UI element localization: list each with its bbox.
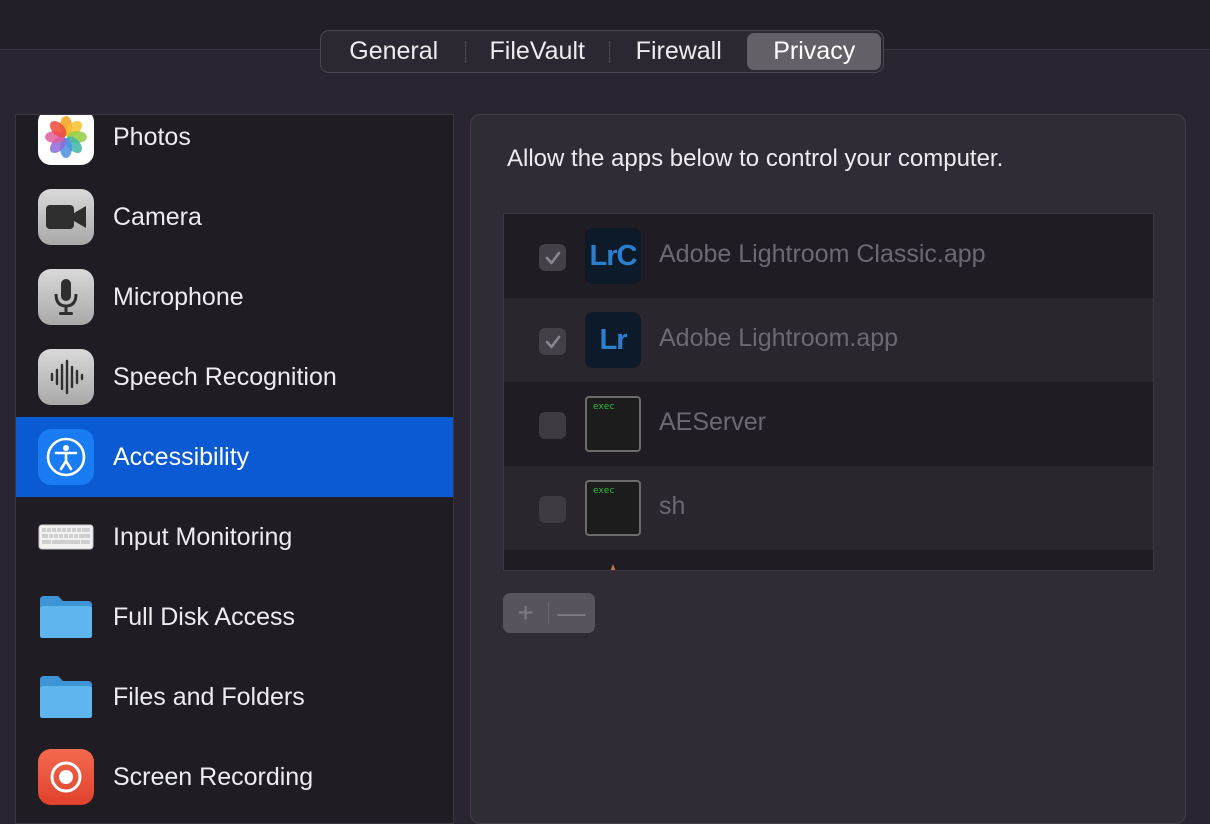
app-name: Adobe Lightroom Classic.app: [659, 240, 986, 268]
keyboard-icon: [38, 509, 94, 565]
sidebar-item-files-and-folders[interactable]: Files and Folders: [16, 657, 453, 737]
camera-icon: [38, 189, 94, 245]
app-icon-text: LrC: [589, 239, 638, 272]
sidebar-item-input-monitoring[interactable]: Input Monitoring: [16, 497, 453, 577]
app-name: sh: [659, 492, 686, 520]
sidebar-item-full-disk-access[interactable]: Full Disk Access: [16, 577, 453, 657]
lightroom-classic-icon: LrC: [585, 228, 641, 284]
app-name: AEServer: [659, 408, 766, 436]
app-name: Adobe Lightroom.app: [659, 324, 899, 352]
remove-app-button[interactable]: —: [549, 593, 594, 633]
tab-bar: General FileVault Firewall Privacy: [320, 30, 884, 73]
sidebar-item-camera[interactable]: Camera: [16, 177, 453, 257]
sidebar-item-label: Files and Folders: [113, 682, 305, 711]
tab-privacy[interactable]: Privacy: [747, 33, 881, 70]
app-row-partial[interactable]: [504, 550, 1153, 570]
lightroom-icon: Lr: [585, 312, 641, 368]
sidebar-item-label: Screen Recording: [113, 762, 314, 791]
sidebar-item-photos[interactable]: Photos: [16, 115, 453, 177]
tab-firewall[interactable]: Firewall: [610, 33, 748, 70]
app-checkbox[interactable]: [539, 496, 566, 523]
app-list[interactable]: LrC Adobe Lightroom Classic.app Lr Adobe…: [503, 213, 1154, 571]
app-checkbox[interactable]: [539, 412, 566, 439]
waveform-icon: [38, 349, 94, 405]
app-icon-text: exec: [593, 486, 615, 496]
photos-icon: [38, 115, 94, 165]
app-row-lightroom-classic[interactable]: LrC Adobe Lightroom Classic.app: [504, 214, 1153, 298]
sidebar-item-screen-recording[interactable]: Screen Recording: [16, 737, 453, 817]
app-icon-text: Lr: [599, 323, 628, 356]
add-remove-control: + —: [503, 593, 595, 633]
sidebar-item-label: Photos: [113, 122, 191, 151]
microphone-icon: [38, 269, 94, 325]
tab-filevault[interactable]: FileVault: [466, 33, 609, 70]
add-app-button[interactable]: +: [503, 593, 548, 633]
sidebar-item-label: Microphone: [113, 282, 244, 311]
terminal-exec-icon: exec: [585, 480, 641, 536]
sidebar-item-label: Full Disk Access: [113, 602, 295, 631]
sidebar-item-label: Speech Recognition: [113, 362, 337, 391]
app-row-aeserver[interactable]: exec AEServer: [504, 382, 1153, 466]
app-icon-text: exec: [593, 402, 615, 412]
app-checkbox[interactable]: [539, 328, 566, 355]
app-row-sh[interactable]: exec sh: [504, 466, 1153, 550]
sidebar-item-label: Camera: [113, 202, 202, 231]
folder-icon: [38, 669, 94, 725]
screen-recording-icon: [38, 749, 94, 805]
app-row-lightroom[interactable]: Lr Adobe Lightroom.app: [504, 298, 1153, 382]
folder-icon: [38, 589, 94, 645]
app-icon-partial: [610, 564, 616, 570]
tab-general[interactable]: General: [323, 33, 465, 70]
panel-description: Allow the apps below to control your com…: [507, 145, 1004, 172]
sidebar-item-label: Input Monitoring: [113, 522, 293, 551]
sidebar-item-microphone[interactable]: Microphone: [16, 257, 453, 337]
accessibility-panel: Allow the apps below to control your com…: [470, 114, 1186, 824]
terminal-exec-icon: exec: [585, 396, 641, 452]
sidebar-item-speech-recognition[interactable]: Speech Recognition: [16, 337, 453, 417]
privacy-category-list[interactable]: Photos Camera Microphone Speech Recognit…: [15, 114, 454, 824]
accessibility-icon: [38, 429, 94, 485]
app-checkbox[interactable]: [539, 244, 566, 271]
sidebar-item-label: Accessibility: [113, 442, 250, 471]
sidebar-item-accessibility[interactable]: Accessibility: [16, 417, 453, 497]
